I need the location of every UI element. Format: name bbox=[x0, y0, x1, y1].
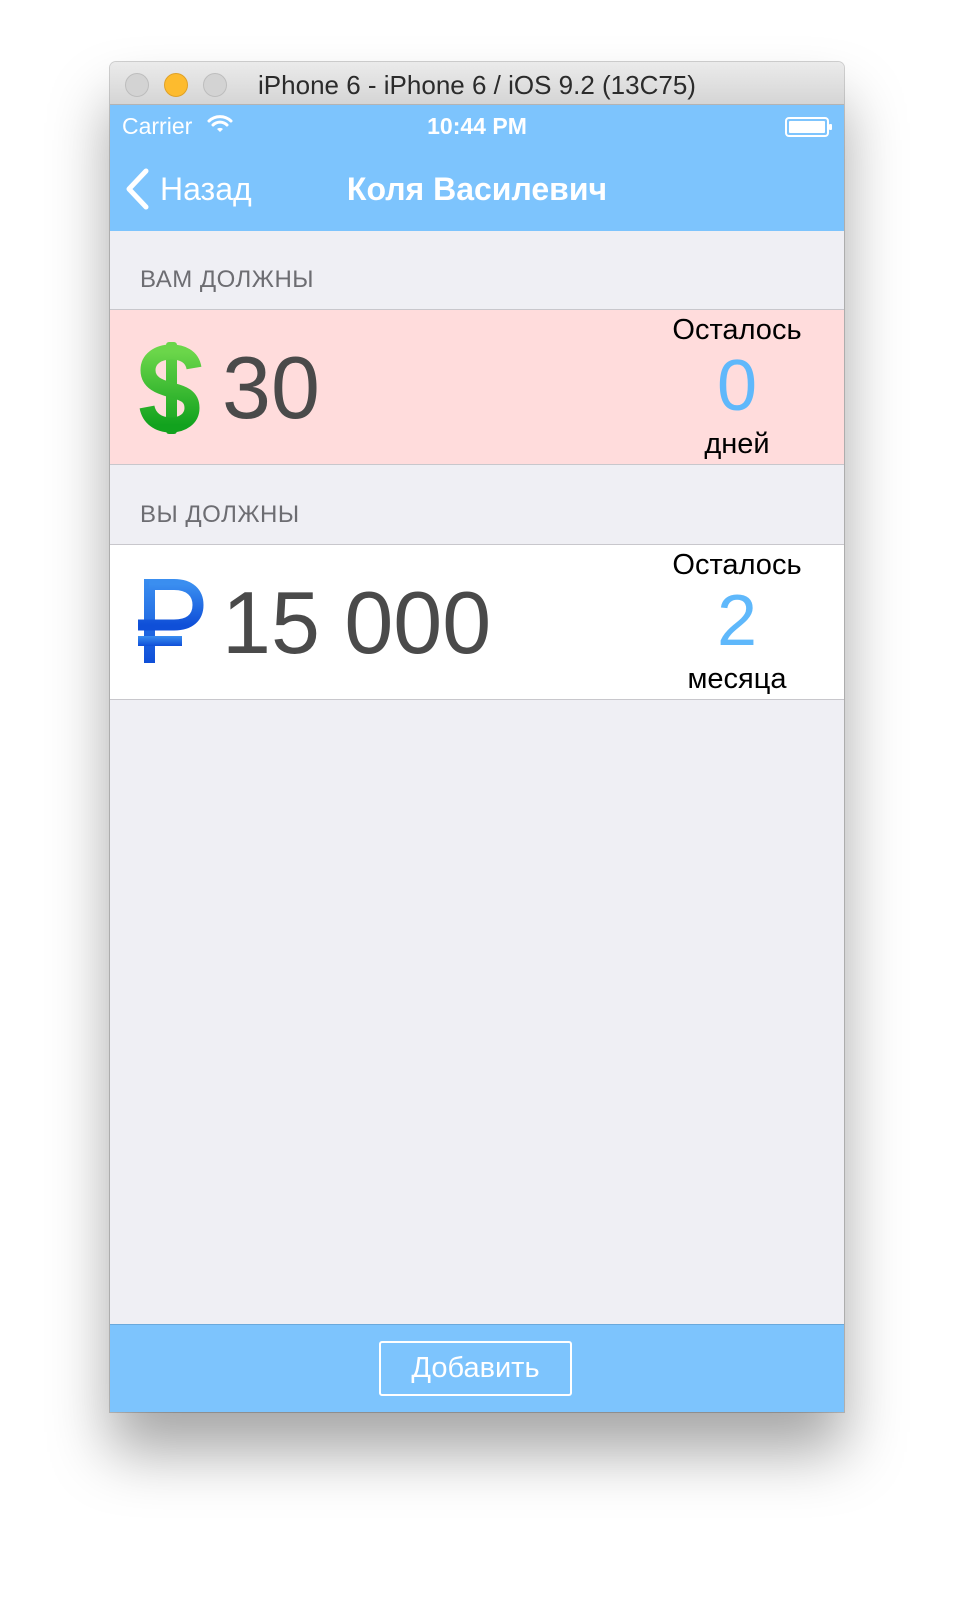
debt-amount: 30 bbox=[222, 338, 320, 437]
bottom-toolbar: Добавить bbox=[110, 1324, 844, 1412]
dollar-sign-icon bbox=[139, 342, 202, 434]
remaining-label: Осталось bbox=[672, 314, 802, 346]
window-titlebar: iPhone 6 - iPhone 6 / iOS 9.2 (13C75) bbox=[110, 62, 844, 105]
remaining-value: 2 bbox=[716, 581, 758, 661]
navigation-area: Carrier 10:44 PM Назад Коля Василевич bbox=[110, 105, 844, 231]
page-title: Коля Василевич bbox=[346, 171, 608, 207]
add-button[interactable]: Добавить bbox=[379, 1341, 572, 1396]
debt-amount: 15 000 bbox=[222, 573, 492, 672]
battery-icon bbox=[785, 117, 832, 137]
phone-screen: Carrier 10:44 PM Назад Коля Василевич ВА… bbox=[110, 105, 844, 1412]
remaining-value: 0 bbox=[716, 346, 758, 426]
ruble-sign-icon bbox=[138, 579, 204, 663]
remaining-label: Осталось bbox=[672, 549, 802, 581]
remaining-unit: месяца bbox=[687, 663, 787, 695]
section-header-you-owe: ВЫ ДОЛЖНЫ bbox=[140, 501, 300, 528]
window-title: iPhone 6 - iPhone 6 / iOS 9.2 (13C75) bbox=[258, 70, 696, 100]
simulator-window: iPhone 6 - iPhone 6 / iOS 9.2 (13C75) Ca… bbox=[110, 62, 844, 1412]
remaining-unit: дней bbox=[704, 428, 770, 460]
debt-cell-owed-to-you[interactable]: 30 Осталось 0 дней bbox=[110, 309, 844, 465]
debt-cell-you-owe[interactable]: 15 000 Осталось 2 месяца bbox=[110, 544, 844, 700]
section-header-owed-to-you: ВАМ ДОЛЖНЫ bbox=[140, 266, 315, 293]
status-time: 10:44 PM bbox=[427, 113, 527, 139]
